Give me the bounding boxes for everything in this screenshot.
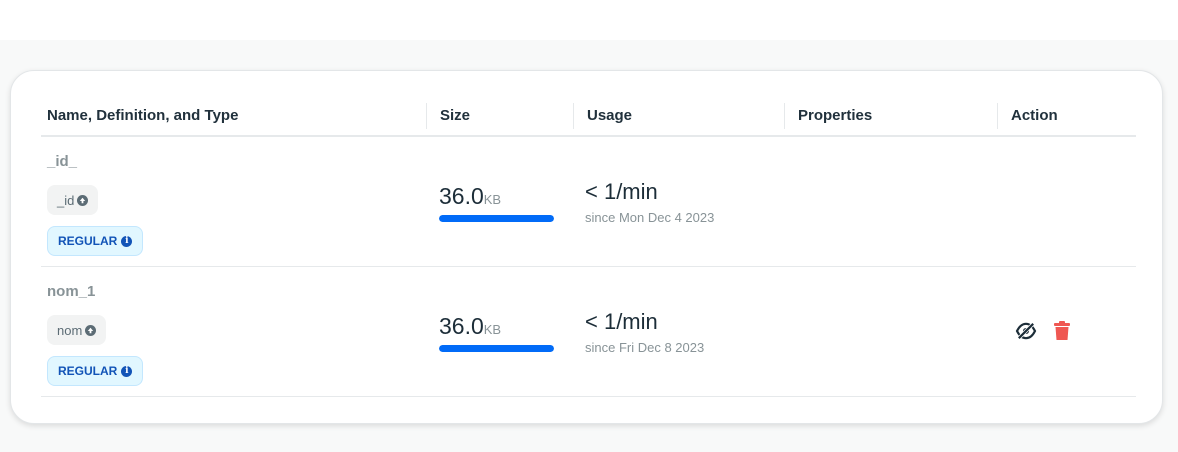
info-icon[interactable]: i (121, 365, 133, 377)
type-label: REGULAR (58, 364, 118, 378)
table-row: _id_ _id REGULAR i 36.0KB < 1/min since … (41, 137, 1136, 267)
header-action[interactable]: Action (997, 103, 1136, 129)
field-name: nom (57, 322, 83, 338)
type-badge[interactable]: REGULAR i (47, 356, 144, 386)
header-usage[interactable]: Usage (573, 103, 784, 129)
type-label: REGULAR (58, 234, 118, 248)
header-properties[interactable]: Properties (784, 103, 997, 129)
table-row: nom_1 nom REGULAR i 36.0KB < 1/min since… (41, 267, 1136, 397)
header-size[interactable]: Size (426, 103, 573, 129)
top-strip (0, 0, 1178, 40)
table-header: Name, Definition, and Type Size Usage Pr… (41, 103, 1136, 137)
size-number: 36.0 (439, 313, 484, 339)
size-unit: KB (483, 192, 502, 207)
hide-icon (1015, 322, 1037, 340)
usage-since: since Fri Dec 8 2023 (585, 340, 705, 355)
field-chip: _id (47, 185, 99, 215)
header-name[interactable]: Name, Definition, and Type (41, 103, 426, 129)
indexes-card: Name, Definition, and Type Size Usage Pr… (10, 70, 1163, 424)
arrow-up-circle-icon (85, 324, 97, 336)
size-number: 36.0 (439, 183, 484, 209)
size-value: 36.0KB (439, 313, 501, 340)
size-value: 36.0KB (439, 183, 501, 210)
field-name: _id (57, 192, 75, 208)
size-progress-bar (439, 215, 554, 222)
hide-index-button[interactable] (1015, 320, 1037, 342)
usage-rate: < 1/min (585, 179, 658, 204)
usage-since: since Mon Dec 4 2023 (585, 210, 715, 225)
row-actions (1015, 320, 1073, 342)
arrow-up-circle-icon (77, 194, 89, 206)
indexes-table: Name, Definition, and Type Size Usage Pr… (41, 103, 1136, 397)
size-progress-fill (439, 215, 554, 222)
size-unit: KB (483, 322, 502, 337)
index-name: nom_1 (47, 283, 96, 300)
size-progress-bar (439, 345, 554, 352)
type-badge[interactable]: REGULAR i (47, 226, 144, 256)
size-progress-fill (439, 345, 554, 352)
info-icon[interactable]: i (121, 235, 133, 247)
trash-icon (1054, 321, 1070, 340)
field-chip: nom (47, 315, 107, 345)
index-name: _id_ (47, 153, 78, 170)
delete-index-button[interactable] (1051, 320, 1073, 342)
usage-rate: < 1/min (585, 309, 658, 334)
